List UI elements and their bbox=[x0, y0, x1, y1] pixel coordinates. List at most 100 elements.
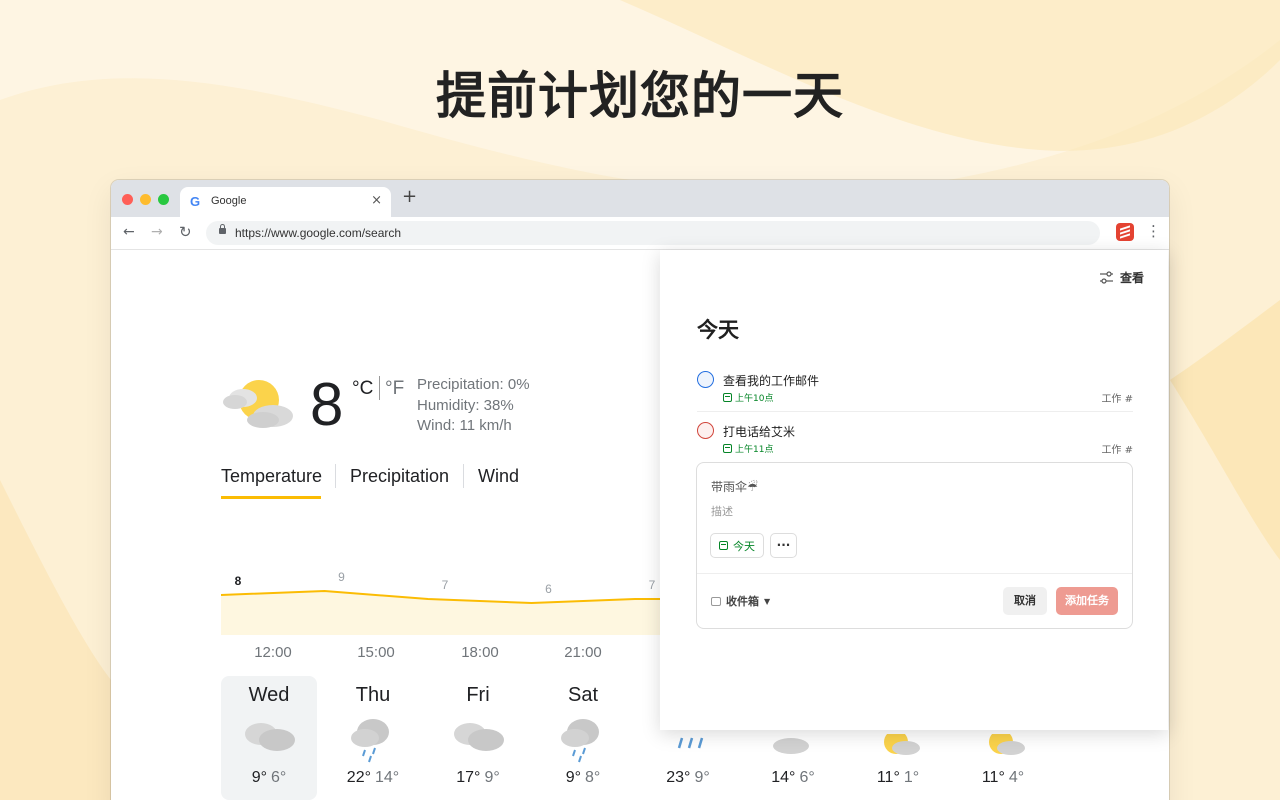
day-low: 8° bbox=[585, 769, 601, 786]
task-item[interactable]: 查看我的工作邮件 上午10点 工作 # bbox=[697, 370, 1133, 412]
minimize-window-button[interactable] bbox=[140, 194, 151, 205]
day-high: 22° bbox=[346, 769, 371, 786]
task-project: 工作 # bbox=[1101, 394, 1133, 405]
back-arrow-icon[interactable]: ← bbox=[123, 223, 135, 241]
cancel-button[interactable]: 取消 bbox=[1003, 587, 1047, 615]
task-editor: 带雨伞☔ 描述 今天 ··· 收件箱 ▼ 取消 添加任务 bbox=[696, 462, 1133, 629]
tab-separator bbox=[463, 464, 464, 488]
lock-icon bbox=[219, 224, 226, 234]
task-due: 上午11点 bbox=[723, 442, 773, 455]
day-name: Wed bbox=[248, 684, 290, 706]
humidity-text: Humidity: 38% bbox=[417, 397, 514, 414]
todoist-popup: 查看 今天 查看我的工作邮件 上午10点 工作 # 打电话给艾米 上午11点 工… bbox=[660, 250, 1168, 730]
url-text[interactable]: https://www.google.com/search bbox=[235, 226, 401, 240]
task-item[interactable]: 打电话给艾米 上午11点 工作 # bbox=[697, 421, 1133, 463]
chart-value-label: 7 bbox=[649, 578, 656, 592]
task-description-input[interactable]: 描述 bbox=[711, 503, 733, 519]
task-name: 查看我的工作邮件 bbox=[723, 374, 820, 388]
view-options-button[interactable]: 查看 bbox=[1099, 269, 1144, 286]
todoist-extension-icon[interactable] bbox=[1116, 223, 1134, 241]
partly-sunny-icon bbox=[884, 734, 920, 755]
task-due-label: 上午10点 bbox=[735, 394, 774, 404]
editor-divider bbox=[697, 573, 1132, 574]
day-low: 9° bbox=[484, 769, 500, 786]
unit-separator bbox=[379, 376, 380, 400]
calendar-icon bbox=[723, 393, 732, 402]
rain-cloud-icon bbox=[351, 719, 389, 763]
day-high: 9° bbox=[565, 769, 581, 786]
task-name-input[interactable]: 带雨伞☔ bbox=[711, 478, 758, 495]
tab-wind[interactable]: Wind bbox=[478, 466, 519, 487]
tab-close-icon[interactable]: × bbox=[371, 193, 382, 208]
day-high: 23° bbox=[666, 769, 691, 786]
day-high: 14° bbox=[771, 769, 796, 786]
day-card-wed[interactable]: Wed 9° 6° bbox=[221, 676, 317, 800]
chart-area bbox=[221, 591, 661, 635]
tab-bar: G Google × + bbox=[111, 180, 1169, 217]
day-low: 1° bbox=[903, 769, 920, 786]
task-name: 打电话给艾米 bbox=[723, 425, 796, 439]
browser-tab[interactable]: G Google × bbox=[180, 187, 391, 217]
day-low: 6° bbox=[799, 769, 815, 786]
hour-label: 12:00 bbox=[254, 644, 292, 661]
day-low: 6° bbox=[271, 769, 287, 786]
close-window-button[interactable] bbox=[122, 194, 133, 205]
due-date-chip[interactable]: 今天 bbox=[710, 533, 764, 558]
project-selector[interactable]: 收件箱 ▼ bbox=[711, 593, 770, 609]
day-high: 17° bbox=[456, 769, 481, 786]
task-checkbox[interactable] bbox=[697, 422, 714, 439]
day-high: 11° bbox=[981, 769, 1005, 786]
view-title: 今天 bbox=[697, 318, 739, 342]
new-tab-button[interactable]: + bbox=[402, 188, 417, 206]
partly-cloudy-icon bbox=[223, 380, 293, 428]
wind-text: Wind: 11 km/h bbox=[417, 417, 512, 434]
fahrenheit-toggle[interactable]: °F bbox=[385, 378, 404, 400]
page-headline: 提前计划您的一天 bbox=[436, 67, 844, 125]
day-high: 11° bbox=[876, 769, 900, 786]
cloudy-icon bbox=[454, 723, 504, 751]
active-tab-indicator bbox=[221, 496, 321, 499]
due-date-label: 今天 bbox=[733, 539, 755, 553]
tab-precipitation[interactable]: Precipitation bbox=[350, 466, 449, 487]
cloudy-icon bbox=[773, 738, 809, 754]
maximize-window-button[interactable] bbox=[158, 194, 169, 205]
hour-label: 21:00 bbox=[564, 644, 602, 661]
day-low: 9° bbox=[694, 769, 710, 786]
day-card-fri[interactable]: Fri 17° 9° bbox=[430, 676, 526, 800]
day-name: Thu bbox=[355, 684, 391, 706]
tab-separator bbox=[335, 464, 336, 488]
celsius-toggle[interactable]: °C bbox=[352, 378, 373, 400]
chart-value-label: 9 bbox=[338, 570, 345, 584]
more-options-button[interactable]: ··· bbox=[770, 533, 797, 558]
sliders-icon bbox=[1099, 271, 1113, 284]
precipitation-text: Precipitation: 0% bbox=[417, 376, 530, 393]
project-label: 收件箱 bbox=[726, 595, 759, 608]
task-due-label: 上午11点 bbox=[735, 445, 774, 455]
task-project: 工作 # bbox=[1101, 445, 1133, 456]
calendar-icon bbox=[719, 541, 728, 550]
day-high: 9° bbox=[251, 769, 267, 786]
add-task-button[interactable]: 添加任务 bbox=[1056, 587, 1118, 615]
browser-toolbar: ← → ↻ https://www.google.com/search ⋮ bbox=[111, 217, 1169, 250]
tab-title: Google bbox=[211, 195, 247, 207]
tab-temperature[interactable]: Temperature bbox=[221, 466, 322, 487]
day-name: Sat bbox=[567, 684, 599, 706]
inbox-icon bbox=[711, 596, 721, 606]
partly-cloudy-icon bbox=[245, 723, 295, 751]
forward-arrow-icon[interactable]: → bbox=[151, 223, 163, 241]
temperature-chart: 8 9 7 6 7 bbox=[221, 570, 661, 635]
task-checkbox[interactable] bbox=[697, 371, 714, 388]
chart-value-label: 8 bbox=[235, 574, 242, 588]
day-name: Fri bbox=[466, 684, 490, 706]
day-card-thu[interactable]: Thu 22° 14° bbox=[325, 676, 421, 800]
chart-value-label: 6 bbox=[545, 582, 552, 596]
chevron-down-icon: ▼ bbox=[764, 596, 771, 606]
day-card-sat[interactable]: Sat 9° 8° bbox=[535, 676, 631, 800]
partly-sunny-icon bbox=[989, 734, 1025, 755]
rain-cloud-icon bbox=[561, 719, 599, 763]
browser-menu-icon[interactable]: ⋮ bbox=[1146, 222, 1161, 240]
hour-label: 15:00 bbox=[357, 644, 395, 661]
address-bar[interactable]: https://www.google.com/search bbox=[206, 221, 1100, 245]
reload-icon[interactable]: ↻ bbox=[179, 223, 192, 241]
task-due: 上午10点 bbox=[723, 391, 773, 404]
